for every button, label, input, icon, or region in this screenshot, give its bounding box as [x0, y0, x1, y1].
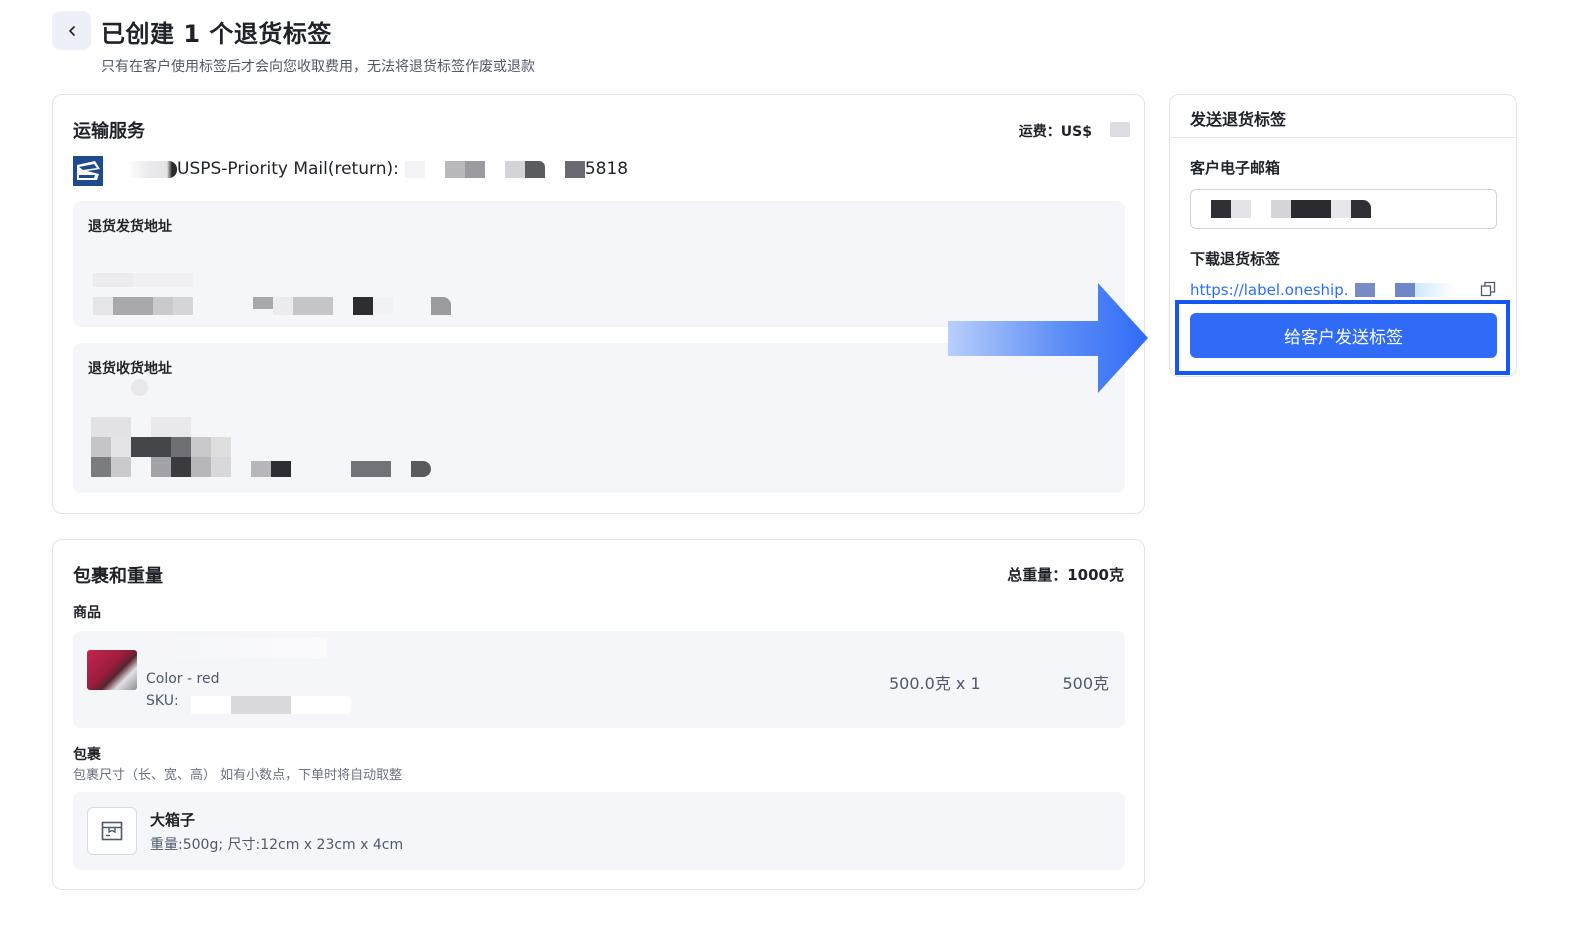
- customer-email-input[interactable]: [1190, 189, 1497, 229]
- product-variant: Color - red: [146, 671, 220, 687]
- parcel-item[interactable]: 大箱子 重量:500g; 尺寸:12cm x 23cm x 4cm: [73, 792, 1125, 870]
- back-button[interactable]: [52, 11, 91, 50]
- package-card-title: 包裹和重量: [73, 566, 163, 587]
- shipping-fee-value: [1110, 122, 1130, 137]
- return-label-link[interactable]: https://label.oneship.: [1190, 281, 1455, 299]
- product-sku-label: SKU:: [146, 693, 179, 709]
- products-label: 商品: [73, 605, 101, 621]
- shipping-card-title: 运输服务: [73, 121, 145, 142]
- parcel-label: 包裹: [73, 747, 101, 763]
- page-title: 已创建 1 个退货标签: [101, 20, 332, 48]
- product-weight: 500克: [1062, 674, 1109, 693]
- sender-address-label: 退货发货地址: [88, 219, 172, 235]
- divider: [1170, 137, 1516, 138]
- chevron-left-icon: [68, 25, 75, 36]
- product-item: Color - red SKU: 500.0克 x 1 500克: [73, 631, 1125, 728]
- box-icon: [101, 821, 123, 841]
- package-weight-card: 包裹和重量 总重量：1000克 商品 Color - red SKU: 500.…: [52, 539, 1145, 890]
- total-weight: 总重量：1000克: [1007, 566, 1124, 584]
- side-card-title: 发送退货标签: [1190, 110, 1287, 129]
- arrow-right-icon: [948, 283, 1148, 393]
- shipping-service-line: USPS-Priority Mail(return): 5818: [127, 159, 628, 179]
- product-qty: 500.0克 x 1: [889, 674, 981, 693]
- return-label-link-text: https://label.oneship.: [1190, 281, 1349, 299]
- receiver-address-label: 退货收货地址: [88, 361, 172, 377]
- redacted-product-name: [147, 637, 327, 659]
- page-subtitle: 只有在客户使用标签后才会向您收取费用，无法将退货标签作废或退款: [101, 59, 535, 75]
- parcel-hint: 包裹尺寸（长、宽、高） 如有小数点，下单时将自动取整: [73, 768, 403, 783]
- email-label: 客户电子邮箱: [1190, 159, 1281, 177]
- usps-logo-icon: [73, 156, 103, 186]
- tracking-suffix: 5818: [584, 159, 629, 179]
- send-label-button[interactable]: 给客户发送标签: [1190, 313, 1497, 358]
- box-spec: 重量:500g; 尺寸:12cm x 23cm x 4cm: [150, 837, 404, 853]
- box-name: 大箱子: [150, 811, 196, 829]
- send-label-card: 发送退货标签 客户电子邮箱 下载退货标签 https://label.onesh…: [1169, 94, 1517, 377]
- copy-icon[interactable]: [1480, 281, 1496, 297]
- shipping-fee-label: 运费：US$: [1018, 124, 1092, 140]
- product-thumbnail: [87, 650, 137, 690]
- download-label: 下载退货标签: [1190, 250, 1281, 268]
- redacted-carrier: [127, 160, 177, 178]
- service-name: USPS-Priority Mail(return):: [177, 159, 399, 179]
- box-icon-wrapper: [87, 807, 137, 855]
